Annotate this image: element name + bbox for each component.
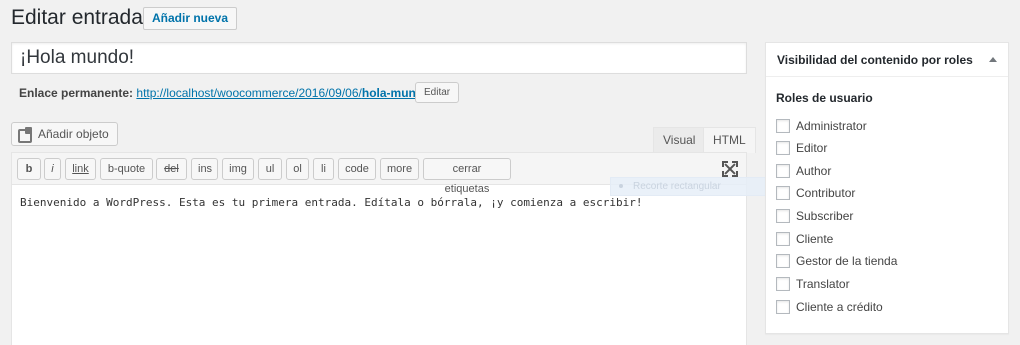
qt-ol-button[interactable]: ol [286, 158, 309, 180]
fullscreen-icon[interactable] [722, 161, 738, 177]
role-checkbox[interactable] [776, 232, 790, 246]
add-media-button[interactable]: Añadir objeto [11, 122, 118, 146]
qt-more-button[interactable]: more [380, 158, 419, 180]
role-label: Contributor [796, 186, 856, 200]
permalink-base: http://localhost/woocommerce/2016/09/06/ [136, 86, 362, 100]
role-checkbox[interactable] [776, 186, 790, 200]
qt-ins-button[interactable]: ins [191, 158, 218, 180]
edit-slug-button[interactable]: Editar [415, 82, 460, 103]
role-checkbox[interactable] [776, 254, 790, 268]
post-title-input[interactable]: ¡Hola mundo! [11, 42, 747, 74]
postbox-title: Visibilidad del contenido por roles [777, 52, 973, 67]
role-checkbox[interactable] [776, 209, 790, 223]
permalink-label: Enlace permanente: [19, 86, 134, 100]
qt-link-button[interactable]: link [65, 158, 96, 180]
permalink-url[interactable]: http://localhost/woocommerce/2016/09/06/… [136, 86, 433, 100]
role-subscriber[interactable]: Subscriber [776, 209, 853, 223]
role-translator[interactable]: Translator [776, 277, 850, 291]
qt-img-button[interactable]: img [222, 158, 254, 180]
snip-dot-icon [619, 184, 623, 189]
role-cliente[interactable]: Cliente [776, 232, 833, 246]
role-editor[interactable]: Editor [776, 141, 827, 155]
roles-heading: Roles de usuario [776, 91, 873, 105]
qt-bold-button[interactable]: b [17, 158, 41, 180]
role-label: Gestor de la tienda [796, 254, 898, 268]
role-label: Administrator [796, 119, 867, 133]
role-checkbox[interactable] [776, 164, 790, 178]
add-new-button[interactable]: Añadir nueva [143, 7, 238, 30]
role-shop-manager[interactable]: Gestor de la tienda [776, 254, 897, 268]
qt-italic-button[interactable]: i [44, 158, 61, 180]
qt-li-button[interactable]: li [313, 158, 334, 180]
role-administrator[interactable]: Administrator [776, 119, 867, 133]
qt-ul-button[interactable]: ul [258, 158, 282, 180]
qt-bquote-button[interactable]: b-quote [100, 158, 153, 180]
page-title: Editar entrada [11, 6, 143, 29]
role-label: Author [796, 164, 832, 178]
rectangular-snip-tooltip: Recorte rectangular [610, 177, 768, 196]
permalink: Enlace permanente: http://localhost/wooc… [19, 86, 434, 100]
tab-html[interactable]: HTML [703, 127, 756, 153]
editor-content[interactable]: Bienvenido a WordPress. Esta es tu prime… [20, 196, 643, 209]
role-label: Translator [796, 277, 850, 291]
role-checkbox[interactable] [776, 300, 790, 314]
ghost-tooltip-label: Recorte rectangular [633, 181, 721, 192]
qt-close-tags-button[interactable]: cerrar etiquetas [423, 158, 511, 195]
qt-code-button[interactable]: code [338, 158, 376, 180]
postbox-header[interactable]: Visibilidad del contenido por roles [766, 43, 1008, 77]
role-label: Subscriber [796, 209, 854, 223]
role-checkbox[interactable] [776, 277, 790, 291]
media-icon [18, 127, 33, 143]
role-label: Cliente a crédito [796, 300, 883, 314]
add-media-label: Añadir objeto [38, 127, 109, 141]
qt-del-button[interactable]: del [156, 158, 187, 180]
role-visibility-box: Visibilidad del contenido por roles Role… [765, 42, 1009, 334]
role-contributor[interactable]: Contributor [776, 186, 855, 200]
role-author[interactable]: Author [776, 164, 831, 178]
role-checkbox[interactable] [776, 141, 790, 155]
role-label: Cliente [796, 232, 834, 246]
role-checkbox[interactable] [776, 119, 790, 133]
role-label: Editor [796, 141, 828, 155]
tab-visual[interactable]: Visual [653, 127, 706, 153]
arrow-up-icon[interactable] [989, 57, 997, 62]
role-credit-customer[interactable]: Cliente a crédito [776, 300, 883, 314]
